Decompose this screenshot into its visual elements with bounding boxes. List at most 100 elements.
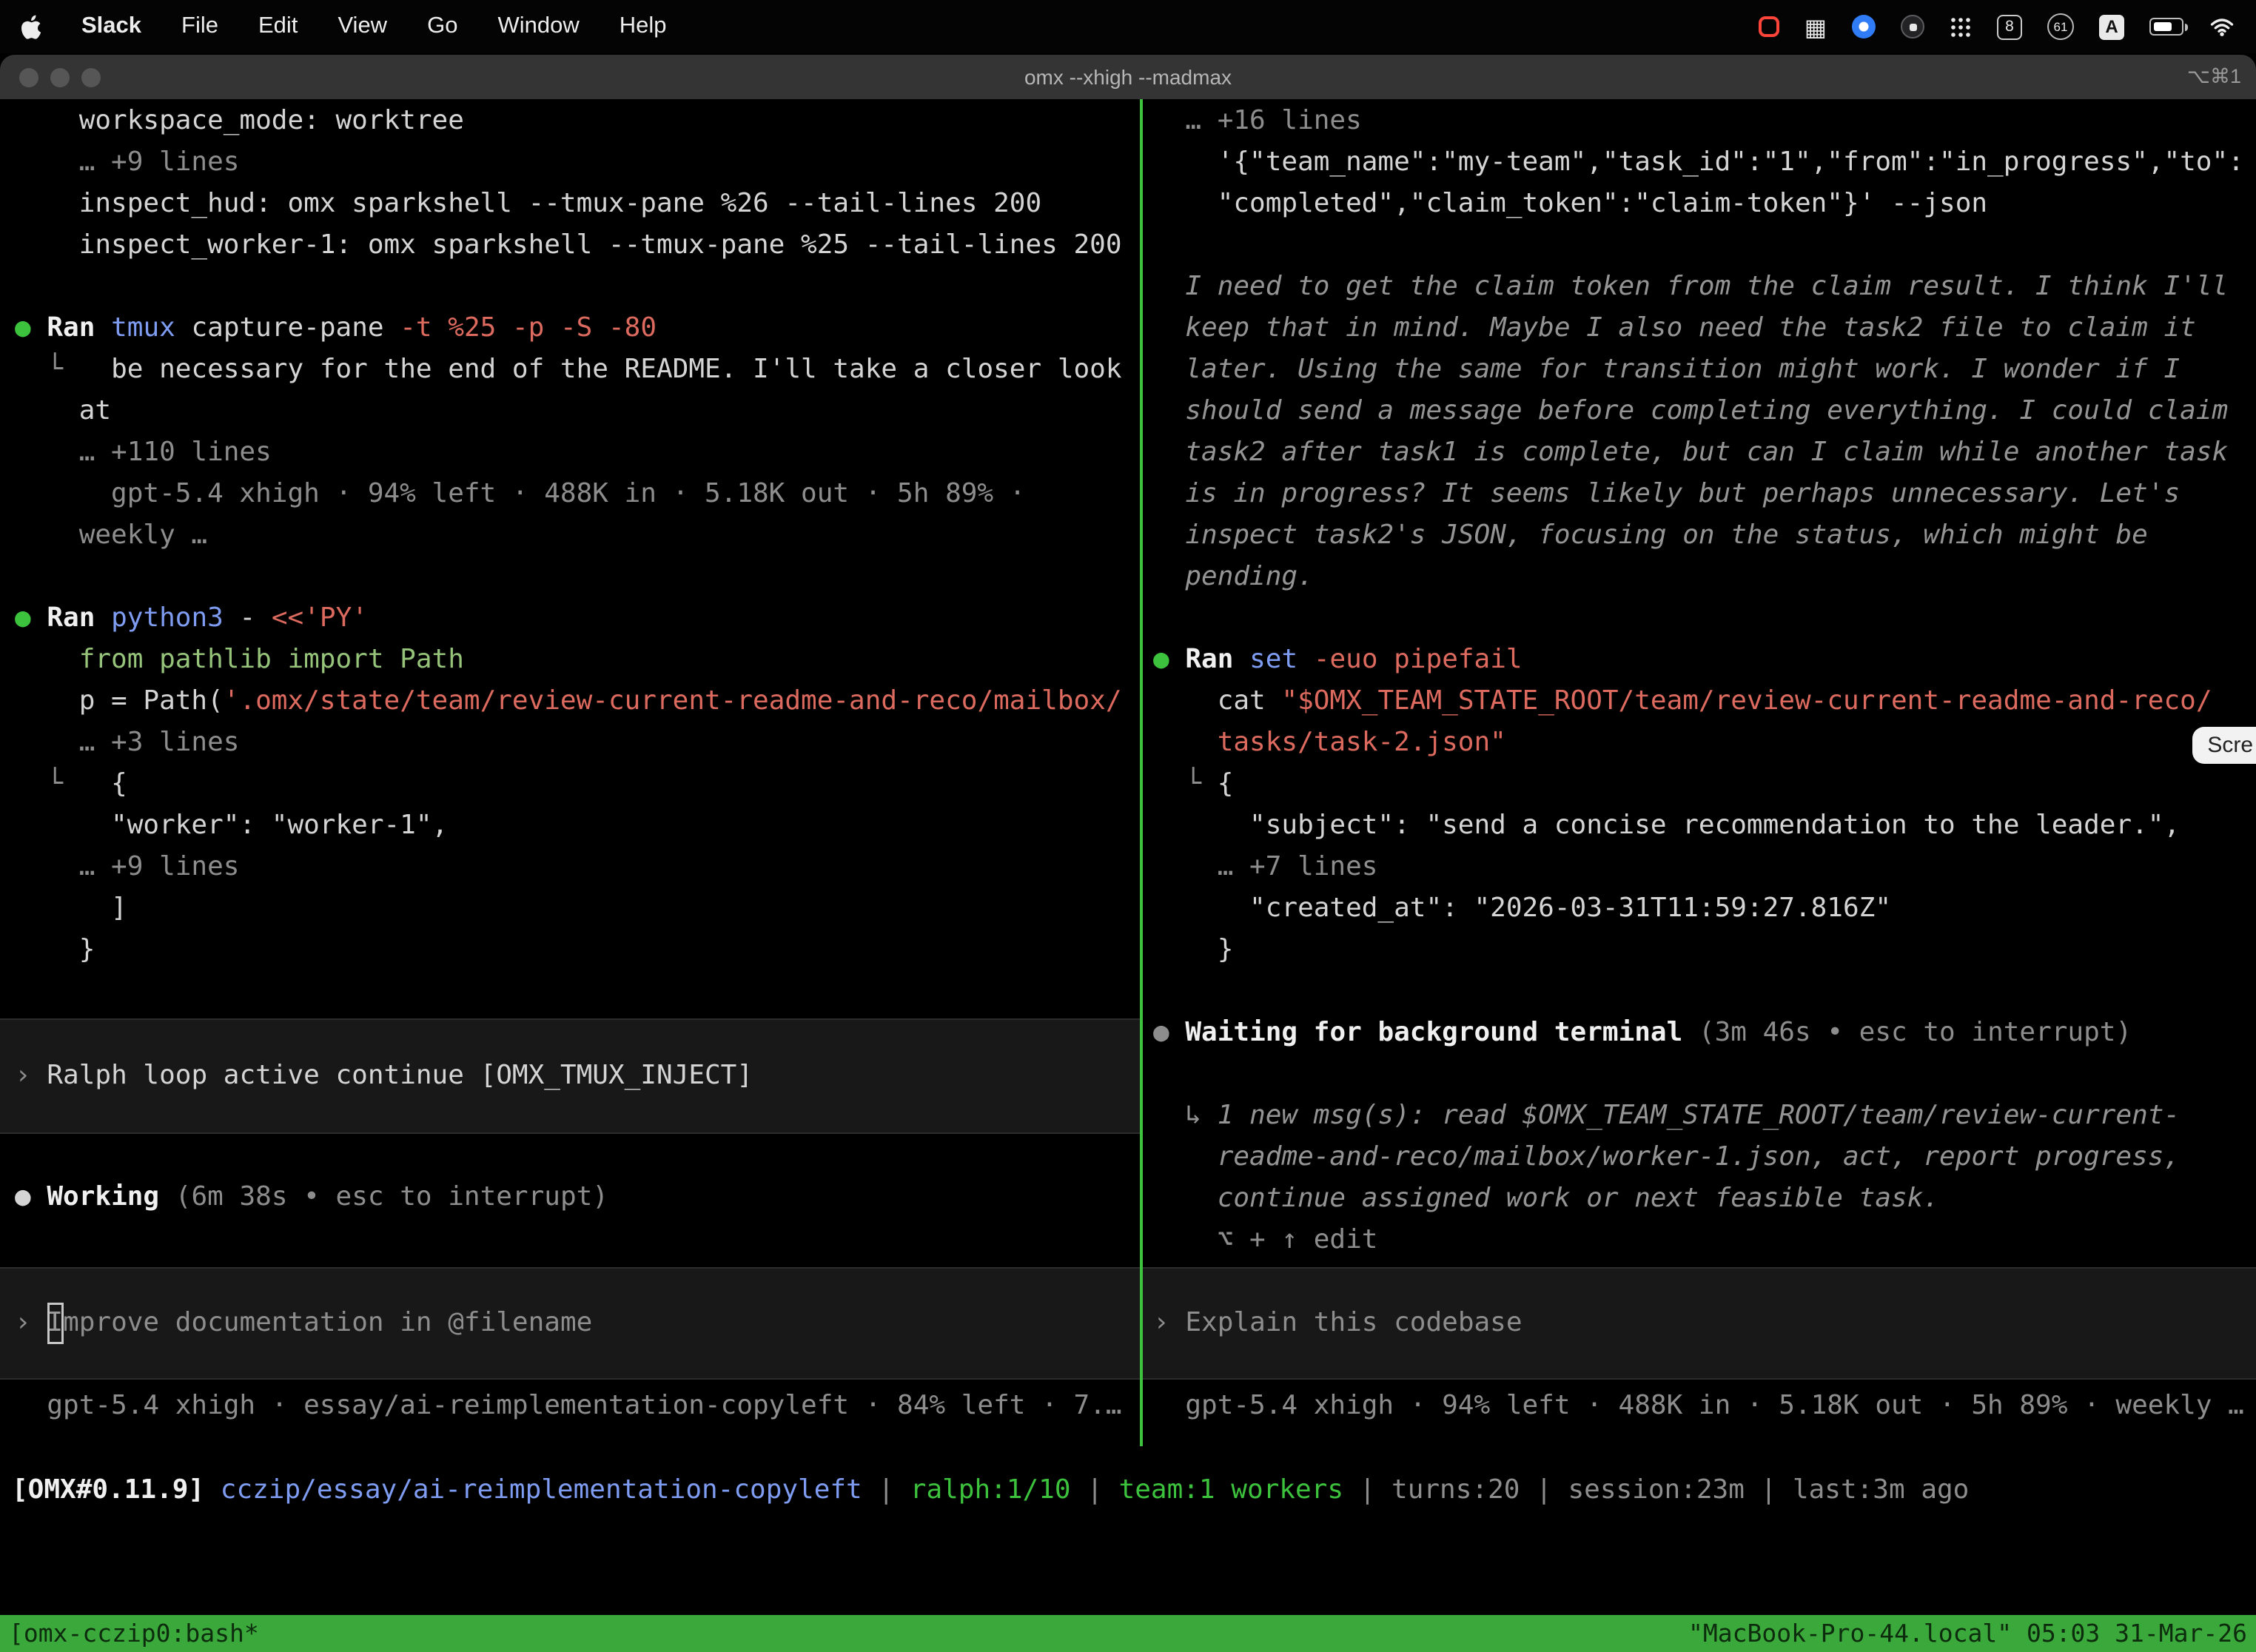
inject-prompt-band[interactable]: › Ralph loop active continue [OMX_TMUX_I… <box>0 1018 1140 1134</box>
omx-status-line: [OMX#0.11.9] cczip/essay/ai-reimplementa… <box>0 1470 2256 1511</box>
terminal-line: "worker": "worker-1", <box>15 805 1140 847</box>
terminal-line: } <box>15 930 1140 971</box>
menu-help[interactable]: Help <box>620 13 667 40</box>
menu-window[interactable]: Window <box>497 13 579 40</box>
terminal-line: at <box>15 391 1140 432</box>
terminal-line: ● Ran python3 - <<'PY' <box>15 598 1140 639</box>
key-8-icon[interactable]: 8 <box>1997 14 2022 39</box>
pane-status-line: gpt-5.4 xhigh · 94% left · 488K in · 5.1… <box>1153 1386 2256 1427</box>
menu-left: Slack File Edit View Go Window Help <box>21 13 667 40</box>
apple-menu-icon[interactable] <box>21 14 41 39</box>
battery-icon[interactable] <box>2149 19 2183 36</box>
pane-status-line: gpt-5.4 xhigh · essay/ai-reimplementatio… <box>15 1386 1140 1427</box>
text-segment: … +7 lines <box>1153 851 1377 882</box>
input-source-icon[interactable]: A <box>2099 14 2124 39</box>
menu-file[interactable]: File <box>181 13 218 40</box>
loom-icon[interactable] <box>1852 15 1876 38</box>
terminal-line <box>1153 225 2256 266</box>
footer-segment: | <box>1343 1474 1391 1505</box>
text-segment: from pathlib import Path <box>15 644 464 675</box>
text-segment: '{"team_name":"my-team","task_id":"1","f… <box>1153 147 2244 178</box>
terminal-line: ● Ran tmux capture-pane -t %25 -p -S -80 <box>15 308 1140 349</box>
text-segment: weekly … <box>15 520 207 551</box>
app-grid-icon[interactable] <box>1950 16 1972 38</box>
terminal-line: p = Path('.omx/state/team/review-current… <box>15 681 1140 722</box>
terminal-line: inspect_hud: omx sparkshell --tmux-pane … <box>15 184 1140 225</box>
text-segment: -euo pipefail <box>1314 644 1523 675</box>
text-segment: keep that in mind. Maybe I also need the… <box>1153 312 2196 343</box>
text-segment: ] <box>15 893 127 924</box>
menu-edit[interactable]: Edit <box>258 13 298 40</box>
close-button[interactable] <box>19 67 38 87</box>
text-segment: └ <box>1153 768 1218 799</box>
text-segment: mprove documentation in @filename <box>63 1303 592 1344</box>
terminal-line: '{"team_name":"my-team","task_id":"1","f… <box>1153 142 2256 184</box>
text-segment: Ran <box>47 312 111 343</box>
menu-view[interactable]: View <box>338 13 387 40</box>
screen-overlay[interactable]: Scre <box>2192 727 2256 764</box>
window-titlebar[interactable]: omx --xhigh --madmax ⌥⌘1 <box>0 55 2256 99</box>
window-shortcut-hint: ⌥⌘1 <box>2187 65 2241 89</box>
terminal-line: └ { <box>1153 764 2256 805</box>
text-segment: … +110 lines <box>15 437 272 468</box>
app-menu-slack[interactable]: Slack <box>81 13 141 40</box>
terminal-line: I need to get the claim token from the c… <box>1153 266 2256 308</box>
footer-segment: | <box>1520 1474 1568 1505</box>
text-segment: … +16 lines <box>1153 105 1362 136</box>
text-segment: later. Using the same for transition mig… <box>1153 354 2180 385</box>
wifi-icon[interactable] <box>2209 16 2235 37</box>
screen-recording-icon[interactable] <box>1759 16 1779 37</box>
terminal-line: cat "$OMX_TEAM_STATE_ROOT/team/review-cu… <box>1153 681 2256 722</box>
terminal-line <box>15 557 1140 598</box>
left-pane[interactable]: workspace_mode: worktree … +9 lines insp… <box>0 99 1140 1446</box>
text-segment: ● <box>1153 644 1185 675</box>
keyboard-icon[interactable]: ▦ <box>1805 13 1827 41</box>
input-prompt-band[interactable]: › Explain this codebase <box>1143 1267 2256 1380</box>
text-segment: is in progress? It seems likely but perh… <box>1153 478 2180 509</box>
text-segment: - <box>240 602 272 634</box>
text-segment: "worker": "worker-1", <box>15 810 448 841</box>
terminal-line: └ { <box>15 764 1140 805</box>
text-segment: › <box>15 1303 47 1344</box>
text-segment: ⌥ + ↑ edit <box>1153 1224 1377 1255</box>
text-segment: at <box>15 395 111 426</box>
text-segment: "subject": "send a concise recommendatio… <box>1153 810 2180 841</box>
text-segment: (3m 46s • esc to interrupt) <box>1699 1017 2132 1048</box>
text-segment: be necessary for the end of the README. … <box>111 354 1121 385</box>
menu-bar: Slack File Edit View Go Window Help ▦ 8 … <box>0 0 2256 53</box>
text-segment: capture-pane <box>191 312 400 343</box>
terminal-line: ↳ 1 new msg(s): read $OMX_TEAM_STATE_ROO… <box>1153 1095 2256 1137</box>
tmux-host-time: "MacBook-Pro-44.local" 05:03 31-Mar-26 <box>1688 1613 2247 1652</box>
input-prompt-band[interactable]: › Improve documentation in @filename <box>0 1267 1140 1380</box>
zoom-button[interactable] <box>81 67 101 87</box>
terminal-line <box>1153 971 2256 1013</box>
tmux-session-window[interactable]: [omx-cczip0:bash* <box>9 1613 259 1652</box>
footer-segment: | <box>862 1474 910 1505</box>
terminal-line: workspace_mode: worktree <box>15 101 1140 142</box>
text-segment: tasks/task-2.json" <box>1153 727 1506 758</box>
footer-segment: team:1 workers <box>1119 1474 1343 1505</box>
text-segment: should send a message before completing … <box>1153 395 2228 426</box>
menu-go[interactable]: Go <box>427 13 457 40</box>
text-segment: python3 <box>111 602 239 634</box>
terminal-content: workspace_mode: worktree … +9 lines insp… <box>0 99 2256 1652</box>
text-segment: 1 new msg(s): read $OMX_TEAM_STATE_ROOT/… <box>1218 1100 2180 1131</box>
battery-gauge-icon[interactable]: 61 <box>2047 13 2074 40</box>
text-segment: "completed","claim_token":"claim-token"}… <box>1153 188 1987 219</box>
terminal-line: "completed","claim_token":"claim-token"}… <box>1153 184 2256 225</box>
terminal-line: continue assigned work or next feasible … <box>1153 1178 2256 1220</box>
footer-segment: ralph:1/10 <box>910 1474 1071 1505</box>
terminal-line: gpt-5.4 xhigh · 94% left · 488K in · 5.1… <box>15 474 1140 515</box>
text-segment: Ran <box>47 602 111 634</box>
text-segment: ● <box>15 602 47 634</box>
text-segment: └ <box>15 768 111 799</box>
terminal-line: tasks/task-2.json" <box>1153 722 2256 764</box>
right-pane[interactable]: … +16 lines '{"team_name":"my-team","tas… <box>1143 99 2256 1446</box>
text-segment: › <box>1153 1303 1185 1344</box>
working-status-line: ● Working (6m 38s • esc to interrupt) <box>15 1177 1140 1218</box>
window-title: omx --xhigh --madmax <box>0 65 2256 89</box>
app-dark-icon[interactable] <box>1901 15 1924 38</box>
text-segment: gpt-5.4 xhigh · 94% left · 488K in · 5.1… <box>1153 1390 2244 1421</box>
terminal-line: … +3 lines <box>15 722 1140 764</box>
minimize-button[interactable] <box>50 67 70 87</box>
